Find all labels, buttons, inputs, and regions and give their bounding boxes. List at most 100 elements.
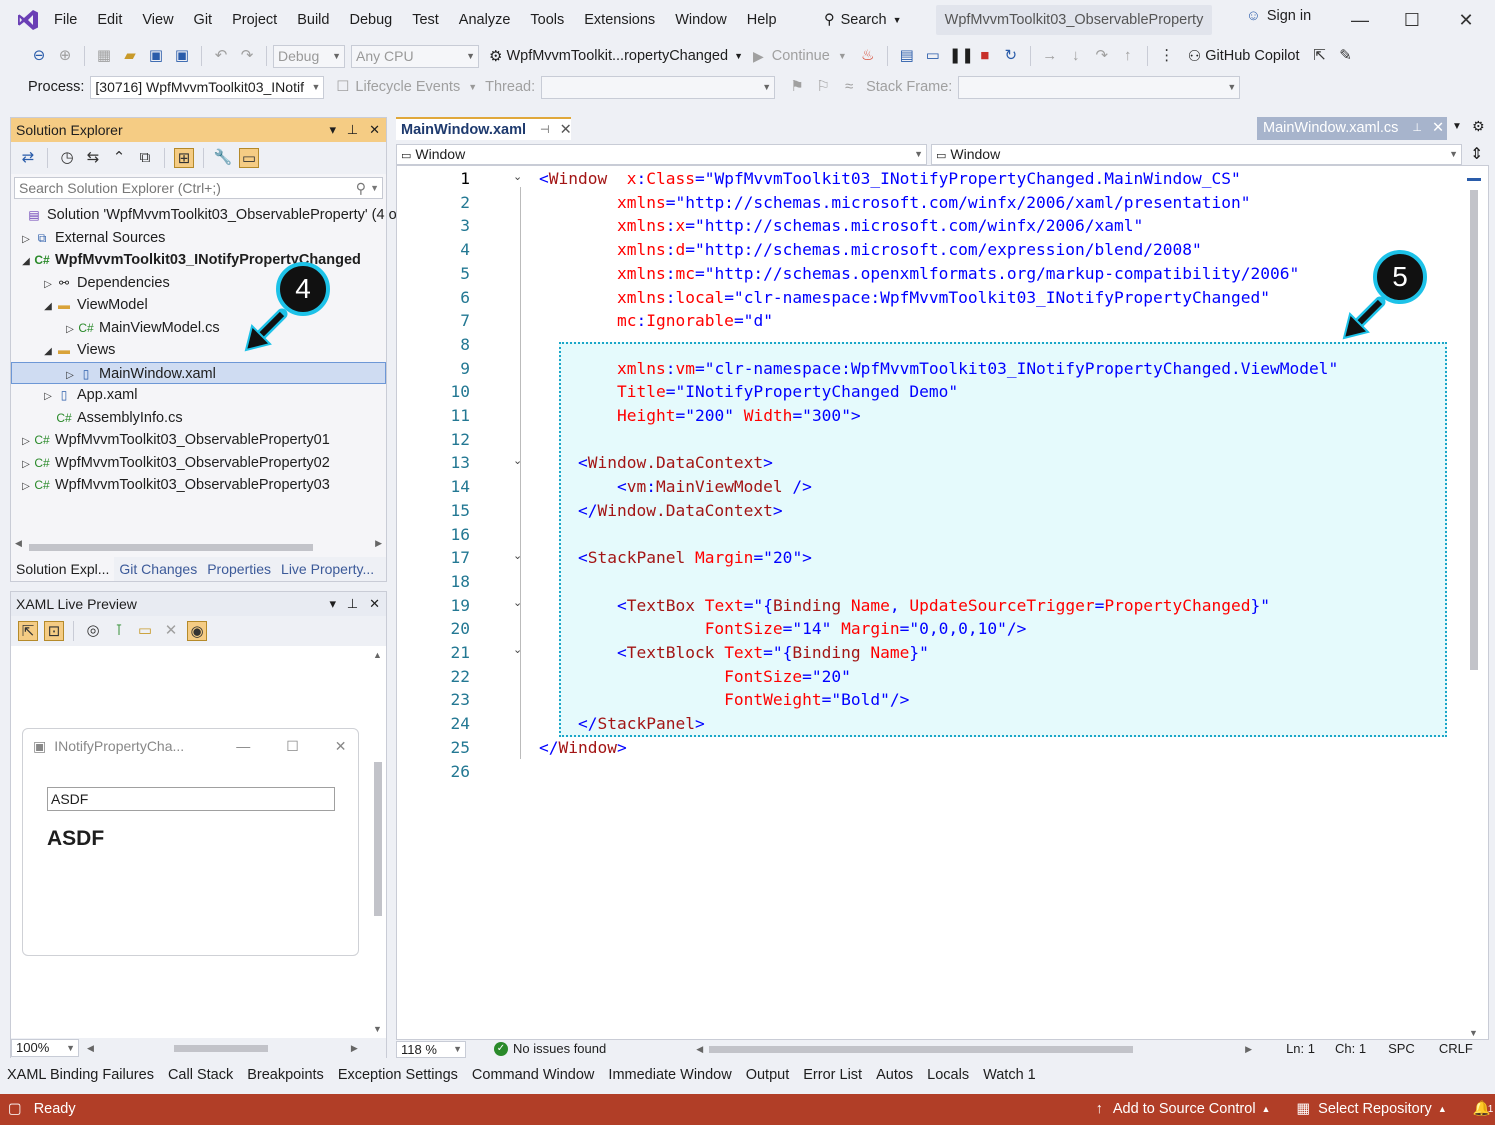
history-icon[interactable]: ◷ — [57, 148, 77, 168]
menu-project[interactable]: Project — [222, 0, 287, 40]
show-all-files-icon[interactable]: ⊞ — [174, 148, 194, 168]
menu-git[interactable]: Git — [184, 0, 223, 40]
select-repository-button[interactable]: Select Repository — [1318, 1094, 1432, 1125]
more-icon[interactable]: ⋮ — [1157, 46, 1177, 66]
pin-icon[interactable]: ⊥ — [347, 122, 358, 137]
close-button[interactable]: ✕ — [1446, 6, 1486, 34]
sync-icon[interactable]: ⇆ — [83, 148, 103, 168]
save-icon[interactable]: ▣ — [146, 46, 166, 66]
tree-item-solution[interactable]: ▤ Solution 'WpfMvvmToolkit03_ObservablePr… — [11, 204, 396, 227]
binding-failures-icon[interactable]: ⊺ — [109, 621, 129, 641]
tree-item-app-xaml[interactable]: ▷ ▯ App.xaml — [11, 384, 386, 407]
undo-icon[interactable]: ↶ — [211, 46, 231, 66]
editor-zoom-select[interactable]: 118 % ▼ — [396, 1040, 466, 1058]
pin-icon[interactable]: ⊥ — [1412, 118, 1422, 139]
tab-exception-settings[interactable]: Exception Settings — [331, 1062, 465, 1089]
tab-xaml-binding-failures[interactable]: XAML Binding Failures — [0, 1062, 161, 1089]
maximize-button[interactable]: ☐ — [1392, 6, 1432, 34]
restart-icon[interactable]: ↻ — [1001, 46, 1021, 66]
collapse-icon[interactable]: ⌃ — [109, 148, 129, 168]
menu-tools[interactable]: Tools — [520, 0, 574, 40]
display-adorners-icon[interactable]: ⊡ — [44, 621, 64, 641]
solution-search-input[interactable]: Search Solution Explorer (Ctrl+;) ⚲ ▼ — [14, 177, 383, 199]
layout-icon[interactable]: ▭ — [923, 46, 943, 66]
tab-mainwindow-xaml[interactable]: MainWindow.xaml ⊣ ✕ — [396, 117, 572, 140]
close-icon[interactable]: ✕ — [1432, 118, 1444, 139]
chevron-down-icon[interactable]: ▼ — [370, 178, 379, 198]
tree-item-viewmodel-folder[interactable]: ◢ ▬ ViewModel — [11, 294, 386, 317]
tab-breakpoints[interactable]: Breakpoints — [240, 1062, 331, 1089]
flag-icon[interactable]: ⚑ — [787, 77, 807, 97]
tab-properties[interactable]: Properties — [202, 557, 276, 581]
sign-in-button[interactable]: ☺ Sign in — [1246, 8, 1311, 24]
menu-file[interactable]: File — [44, 0, 87, 40]
tree-item-project-02[interactable]: ▷ C# WpfMvvmToolkit03_ObservableProperty02 — [11, 452, 386, 475]
redo-icon[interactable]: ↷ — [237, 46, 257, 66]
layout-icon[interactable]: ▭ — [135, 621, 155, 641]
dropdown-icon[interactable]: ▾ — [330, 122, 337, 137]
hot-reload-icon[interactable]: ♨ — [858, 46, 878, 66]
menu-view[interactable]: View — [132, 0, 183, 40]
tree-item-views-folder[interactable]: ◢ ▬ Views — [11, 339, 386, 362]
close-icon[interactable]: ✕ — [560, 120, 572, 140]
tree-item-project-03[interactable]: ▷ C# WpfMvvmToolkit03_ObservableProperty03 — [11, 474, 386, 497]
tab-error-list[interactable]: Error List — [796, 1062, 869, 1089]
editor-vertical-scrollbar[interactable]: ▼ — [1467, 170, 1481, 1038]
pin-icon[interactable]: ⊣ — [540, 120, 550, 140]
preview-zoom-select[interactable]: 100% ▼ — [11, 1039, 79, 1057]
back-icon[interactable]: ⊖ — [29, 46, 49, 66]
tab-solution-explorer[interactable]: Solution Expl... — [11, 557, 115, 581]
save-all-icon[interactable]: ▣ — [172, 46, 192, 66]
add-to-source-control-button[interactable]: Add to Source Control — [1113, 1094, 1256, 1125]
tree-item-mainwindow-xaml[interactable]: ▷ ▯ MainWindow.xaml — [11, 361, 386, 384]
flag-all-icon[interactable]: ⚐ — [813, 77, 833, 97]
tab-overflow-icon[interactable]: ▼ — [1452, 121, 1462, 132]
new-item-icon[interactable]: ▦ — [94, 46, 114, 66]
tree-item-project-01[interactable]: ▷ C# WpfMvvmToolkit03_ObservableProperty01 — [11, 429, 386, 452]
tab-output[interactable]: Output — [739, 1062, 797, 1089]
step-next-icon[interactable]: → — [1040, 46, 1060, 66]
pause-icon[interactable]: ❚❚ — [949, 46, 974, 66]
step-out-icon[interactable]: ↑ — [1118, 46, 1138, 66]
configuration-select[interactable]: Debug ▼ — [273, 44, 345, 68]
menu-extensions[interactable]: Extensions — [574, 0, 665, 40]
step-over-icon[interactable]: ↷ — [1092, 46, 1112, 66]
startup-project-select[interactable]: WpfMvvmToolkit...ropertyChanged — [506, 48, 728, 64]
step-into-icon[interactable]: ↓ — [1066, 46, 1086, 66]
nav-right-select[interactable]: ▭ Window ▼ — [931, 143, 1462, 165]
preview-window[interactable]: ▣ INotifyPropertyCha... — ☐ ✕ ASDF ASDF — [22, 728, 359, 956]
tab-command-window[interactable]: Command Window — [465, 1062, 602, 1089]
switch-views-icon[interactable]: ⇄ — [18, 148, 38, 168]
preview-mode-icon[interactable]: ◉ — [187, 621, 207, 641]
open-folder-icon[interactable]: ▰ — [120, 46, 140, 66]
close-icon[interactable]: ✕ — [369, 122, 380, 137]
github-copilot-button[interactable]: GitHub Copilot — [1205, 48, 1299, 64]
platform-select[interactable]: Any CPU ▼ — [351, 44, 479, 68]
tab-watch-1[interactable]: Watch 1 — [976, 1062, 1043, 1089]
stop-icon[interactable]: ■ — [975, 46, 995, 66]
editor-horizontal-scrollbar[interactable] — [709, 1045, 1134, 1053]
line-ending-status[interactable]: CRLF — [1439, 1040, 1473, 1058]
lifecycle-events-button[interactable]: Lifecycle Events — [355, 79, 460, 95]
stack-icon[interactable]: ≈ — [839, 77, 859, 97]
menu-analyze[interactable]: Analyze — [449, 0, 521, 40]
nav-left-select[interactable]: ▭ Window ▼ — [396, 143, 927, 165]
pin-icon[interactable]: ⊥ — [347, 596, 358, 611]
settings-icon[interactable]: ⚙ — [1472, 118, 1485, 135]
preview-horizontal-scrollbar[interactable] — [173, 1044, 268, 1052]
menu-debug[interactable]: Debug — [339, 0, 402, 40]
minimize-button[interactable]: — — [1340, 6, 1380, 34]
menu-help[interactable]: Help — [737, 0, 787, 40]
menu-edit[interactable]: Edit — [87, 0, 132, 40]
wrench-icon[interactable]: 🔧 — [213, 148, 233, 168]
tab-live-property[interactable]: Live Property... — [276, 557, 379, 581]
forward-icon[interactable]: ⊕ — [55, 46, 75, 66]
tree-item-project-inotify[interactable]: ◢ C# WpfMvvmToolkit03_INotifyPropertyChang… — [11, 249, 386, 272]
dropdown-icon[interactable]: ▾ — [330, 596, 337, 611]
stack-frame-select[interactable]: ▼ — [958, 75, 1241, 99]
copy-icon[interactable]: ⧉ — [135, 148, 155, 168]
close-icon[interactable]: ✕ — [161, 621, 181, 641]
horizontal-scrollbar[interactable]: ◀ ▶ — [15, 538, 382, 554]
tab-mainwindow-xaml-cs[interactable]: MainWindow.xaml.cs ⊥ ✕ — [1257, 117, 1447, 140]
continue-button[interactable]: Continue — [772, 48, 830, 64]
